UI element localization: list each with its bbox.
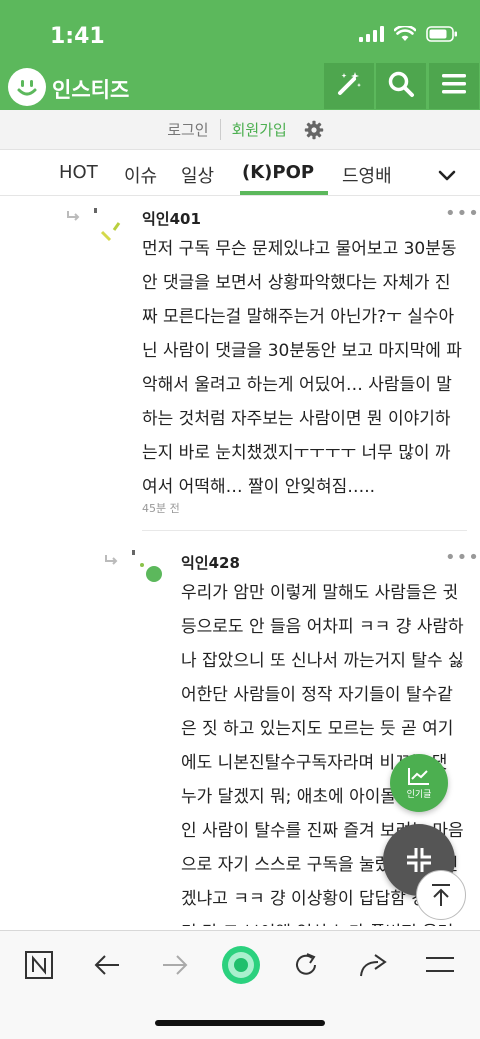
status-icons bbox=[359, 26, 458, 42]
comment-line: 우리가 암만 이렇게 말해도 사람들은 귓 bbox=[181, 583, 459, 603]
back-arrow-icon bbox=[93, 953, 121, 977]
home-circle-icon bbox=[221, 945, 261, 985]
app-header: 1:41 인스티즈 bbox=[0, 0, 480, 110]
comment-line: 악해서 울려고 하는게 어딨어… 사람들이 말 bbox=[142, 375, 452, 395]
tab-issue[interactable]: 이슈 bbox=[124, 162, 157, 188]
comment-line: 등으로도 안 들음 어차피 ㅋㅋ 걍 사람하 bbox=[181, 617, 464, 637]
forward-arrow-icon bbox=[161, 953, 189, 977]
signal-icon bbox=[359, 26, 384, 42]
comment-line: 안 댓글을 보면서 상황파악했다는 자체가 진 bbox=[142, 273, 451, 293]
comment-divider bbox=[142, 530, 467, 531]
comment-author[interactable]: 익인428 bbox=[181, 552, 240, 573]
back-button[interactable] bbox=[84, 945, 130, 985]
reply-arrow-icon bbox=[104, 551, 118, 570]
menu-button[interactable] bbox=[429, 63, 479, 109]
chevron-down-icon[interactable] bbox=[438, 167, 456, 186]
active-tab-indicator bbox=[240, 191, 328, 195]
search-icon bbox=[387, 70, 415, 102]
n-box-icon bbox=[24, 950, 54, 980]
wifi-icon bbox=[394, 26, 416, 42]
home-button[interactable] bbox=[217, 941, 265, 989]
popular-posts-label: 인기글 bbox=[406, 790, 432, 800]
smile-logo-icon[interactable] bbox=[8, 68, 46, 106]
comment-line: 은 짓 하고 있는지도 모르는 듯 곧 여기 bbox=[181, 719, 454, 739]
account-bar: 로그인 회원가입 bbox=[0, 110, 480, 150]
battery-icon bbox=[426, 26, 458, 42]
comment-line: 닌 사람이 댓글을 30분동안 보고 마지막에 파 bbox=[142, 341, 462, 361]
tab-drama-movie[interactable]: 드영배 bbox=[342, 162, 392, 188]
share-button[interactable] bbox=[350, 945, 396, 985]
comment-line: 는지 바로 눈치챘겠지ㅜㅜㅜㅜ 너무 많이 까 bbox=[142, 443, 451, 463]
comment-line: 하는 것처럼 자주보는 사람이면 뭔 이야기하 bbox=[142, 409, 451, 429]
status-time: 1:41 bbox=[50, 24, 105, 49]
refresh-button[interactable] bbox=[283, 945, 329, 985]
comment-line: 먼저 구독 무슨 문제있냐고 물어보고 30분동 bbox=[142, 239, 457, 259]
n-box-button[interactable] bbox=[16, 945, 62, 985]
magic-wand-icon bbox=[335, 70, 363, 102]
popular-posts-button[interactable]: 인기글 bbox=[390, 754, 448, 812]
reply-arrow-icon bbox=[66, 207, 80, 226]
more-options-icon[interactable]: ••• bbox=[445, 203, 480, 224]
comment-line: 어한단 사람들이 정작 자기들이 탈수같 bbox=[181, 685, 453, 705]
collapse-arrows-icon bbox=[404, 845, 434, 875]
menu-icon bbox=[441, 72, 467, 100]
comment-time: 45분 전 bbox=[142, 502, 180, 515]
browser-menu-button[interactable] bbox=[417, 945, 463, 985]
trending-chart-icon bbox=[407, 766, 431, 786]
tab-hot[interactable]: HOT bbox=[59, 162, 98, 183]
comment-author[interactable]: 익인401 bbox=[142, 208, 201, 229]
forward-button[interactable] bbox=[152, 945, 198, 985]
login-link[interactable]: 로그인 bbox=[156, 119, 221, 140]
home-indicator bbox=[155, 1020, 325, 1026]
search-button[interactable] bbox=[376, 63, 426, 109]
avatar bbox=[132, 550, 166, 590]
comment-line: 여서 어떡해… 짤이 안잊혀짐….. bbox=[142, 477, 376, 497]
app-title[interactable]: 인스티즈 bbox=[52, 74, 129, 104]
scroll-top-button[interactable] bbox=[416, 870, 466, 920]
comment-body: 먼저 구독 무슨 문제있냐고 물어보고 30분동 안 댓글을 보면서 상황파악했… bbox=[142, 232, 472, 504]
refresh-icon bbox=[292, 951, 320, 979]
tab-daily[interactable]: 일상 bbox=[181, 162, 214, 188]
avatar bbox=[94, 208, 126, 248]
share-icon bbox=[358, 952, 388, 978]
settings-gear-icon[interactable] bbox=[304, 120, 324, 140]
comment-line: 나 잡았으니 또 신나서 까는거지 탈수 싫 bbox=[181, 651, 464, 671]
magic-wand-button[interactable] bbox=[324, 63, 374, 109]
more-options-icon[interactable]: ••• bbox=[445, 547, 480, 568]
menu-lines-icon bbox=[425, 954, 455, 976]
tab-kpop[interactable]: (K)POP bbox=[242, 162, 314, 183]
category-tabs: HOT 이슈 일상 (K)POP 드영배 bbox=[0, 150, 480, 196]
arrow-up-icon bbox=[429, 882, 453, 908]
signup-link[interactable]: 회원가입 bbox=[221, 119, 298, 140]
comment-line: 짜 모른다는걸 말해주는거 아닌가?ㅜ 실수아 bbox=[142, 307, 455, 327]
